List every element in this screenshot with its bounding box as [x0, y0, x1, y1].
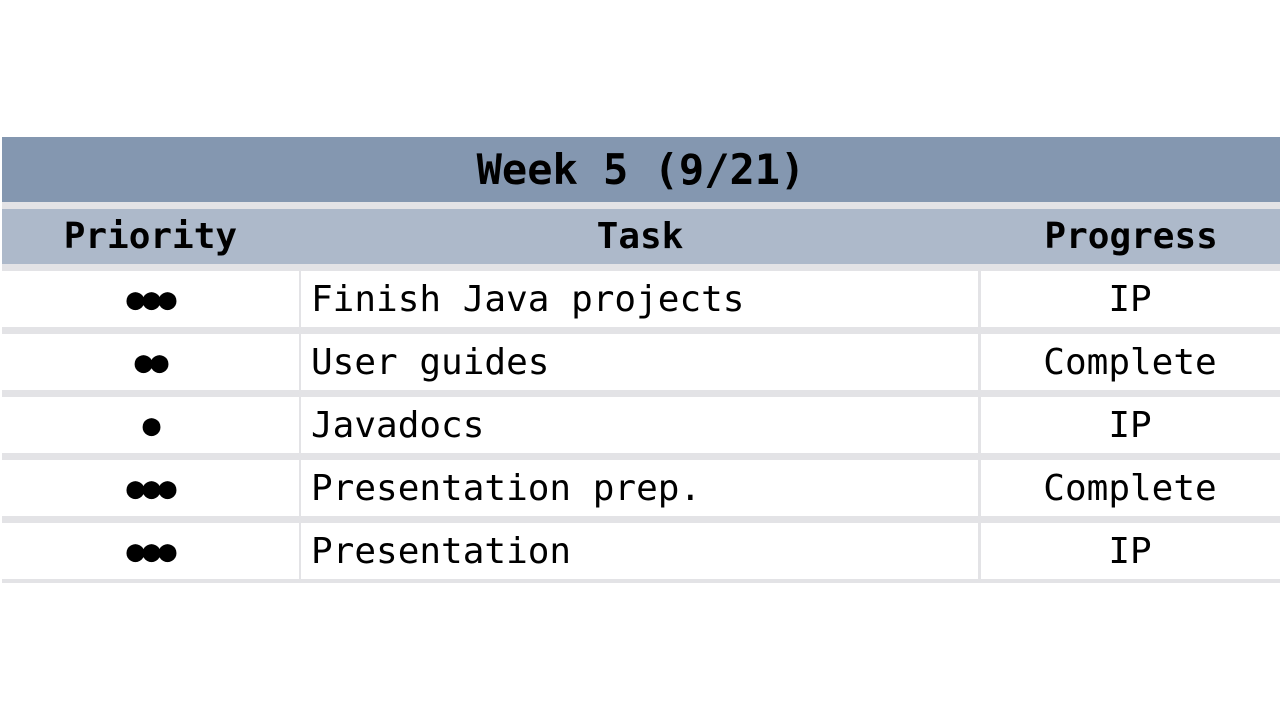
task-cell: Presentation prep. — [299, 460, 978, 516]
table-row: ●●● Finish Java projects IP — [2, 271, 1280, 327]
progress-cell: Complete — [978, 460, 1279, 516]
priority-dots: ●● — [134, 344, 168, 380]
table-title: Week 5 (9/21) — [2, 137, 1280, 202]
priority-dots: ●●● — [126, 470, 176, 506]
task-cell: Javadocs — [299, 397, 978, 453]
task-cell: User guides — [299, 334, 978, 390]
task-table: Week 5 (9/21) Priority Task Progress ●●●… — [2, 137, 1280, 583]
table-row: ●●● Presentation prep. Complete — [2, 460, 1280, 516]
table-row: ●●● Presentation IP — [2, 523, 1280, 579]
task-cell: Finish Java projects — [299, 271, 978, 327]
progress-cell: IP — [978, 523, 1279, 579]
priority-dots: ●●● — [126, 281, 176, 317]
progress-cell: IP — [978, 397, 1279, 453]
priority-dots: ●●● — [126, 533, 176, 569]
header-task: Task — [596, 216, 684, 257]
header-progress: Progress — [1044, 216, 1218, 257]
table-row: ● Javadocs IP — [2, 397, 1280, 453]
task-cell: Presentation — [299, 523, 978, 579]
progress-cell: Complete — [978, 334, 1279, 390]
priority-dots: ● — [142, 407, 160, 443]
header-priority: Priority — [63, 216, 238, 257]
progress-cell: IP — [978, 271, 1279, 327]
table-row: ●● User guides Complete — [2, 334, 1280, 390]
table-header: Priority Task Progress — [2, 209, 1280, 264]
